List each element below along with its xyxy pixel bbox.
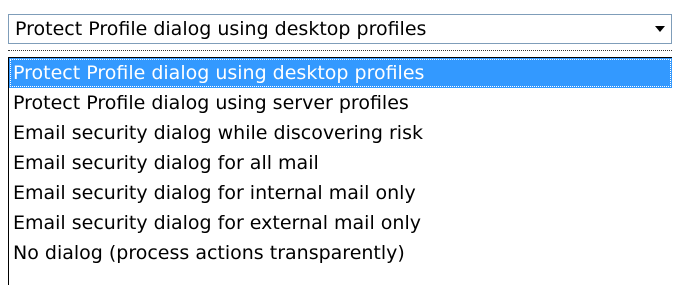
combo-box-screenshot: Protect Profile dialog using desktop pro… [0,0,673,285]
focus-rectangle-edge [8,50,672,51]
option-label: Protect Profile dialog using server prof… [13,92,409,114]
dialog-type-combo[interactable]: Protect Profile dialog using desktop pro… [8,14,672,44]
option-protect-profile-desktop[interactable]: Protect Profile dialog using desktop pro… [9,58,672,88]
option-label: No dialog (process actions transparently… [13,242,405,264]
chevron-down-icon[interactable] [651,15,669,43]
option-label: Email security dialog for internal mail … [13,182,416,204]
option-protect-profile-server[interactable]: Protect Profile dialog using server prof… [9,88,672,118]
option-no-dialog[interactable]: No dialog (process actions transparently… [9,238,672,268]
chevron-down-icon-glyph [655,26,665,32]
option-email-security-discovering-risk[interactable]: Email security dialog while discovering … [9,118,672,148]
option-label: Email security dialog while discovering … [13,122,423,144]
option-email-security-internal-only[interactable]: Email security dialog for internal mail … [9,178,672,208]
dialog-type-dropdown-list[interactable]: Protect Profile dialog using desktop pro… [8,57,672,285]
option-email-security-all-mail[interactable]: Email security dialog for all mail [9,148,672,178]
option-label: Email security dialog for all mail [13,152,319,174]
option-email-security-external-only[interactable]: Email security dialog for external mail … [9,208,672,238]
combo-selected-value: Protect Profile dialog using desktop pro… [15,18,427,40]
option-label: Email security dialog for external mail … [13,212,421,234]
option-label: Protect Profile dialog using desktop pro… [13,62,425,84]
